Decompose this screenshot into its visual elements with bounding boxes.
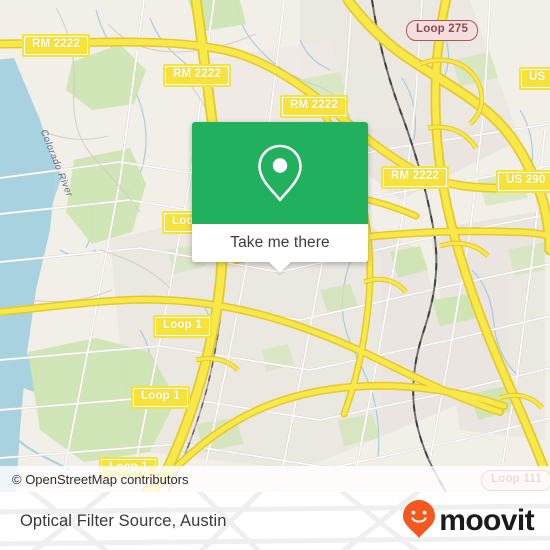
popup-tail	[269, 262, 291, 273]
take-me-there-label: Take me there	[230, 234, 330, 251]
moovit-smiley-pin-icon	[402, 499, 436, 544]
location-popup[interactable]: Take me there	[192, 122, 368, 273]
moovit-map-screenshot: Colorado River RM 2222 RM 2222 RM 2222 R…	[0, 0, 550, 550]
shield-loop-1-lower[interactable]: Loop 1	[131, 386, 190, 409]
map-pin-icon	[254, 142, 306, 204]
shield-loop-1-mid[interactable]: Loop 1	[153, 315, 212, 338]
footer-bar: Optical Filter Source, Austin moovit	[0, 492, 550, 550]
moovit-wordmark: moovit	[439, 504, 534, 537]
shield-rm-2222-mid[interactable]: RM 2222	[280, 95, 349, 118]
shield-rm-2222-north[interactable]: RM 2222	[163, 64, 232, 87]
shield-rm-2222-east[interactable]: RM 2222	[381, 166, 450, 189]
take-me-there-button[interactable]: Take me there	[192, 224, 368, 262]
poi-title: Optical Filter Source, Austin	[20, 511, 227, 530]
shield-us-290[interactable]: US 290	[496, 170, 550, 193]
popup-pin-panel	[192, 122, 368, 224]
shield-loop-275[interactable]: Loop 275	[406, 20, 479, 41]
map-attribution-bar: © OpenStreetMap contributors	[0, 466, 550, 492]
shield-us-183[interactable]: US 18	[519, 67, 550, 90]
osm-attribution-text[interactable]: © OpenStreetMap contributors	[0, 472, 189, 487]
moovit-brand[interactable]: moovit	[402, 499, 535, 544]
map-canvas[interactable]: Colorado River RM 2222 RM 2222 RM 2222 R…	[0, 0, 550, 492]
shield-rm-2222-nw[interactable]: RM 2222	[22, 34, 91, 57]
